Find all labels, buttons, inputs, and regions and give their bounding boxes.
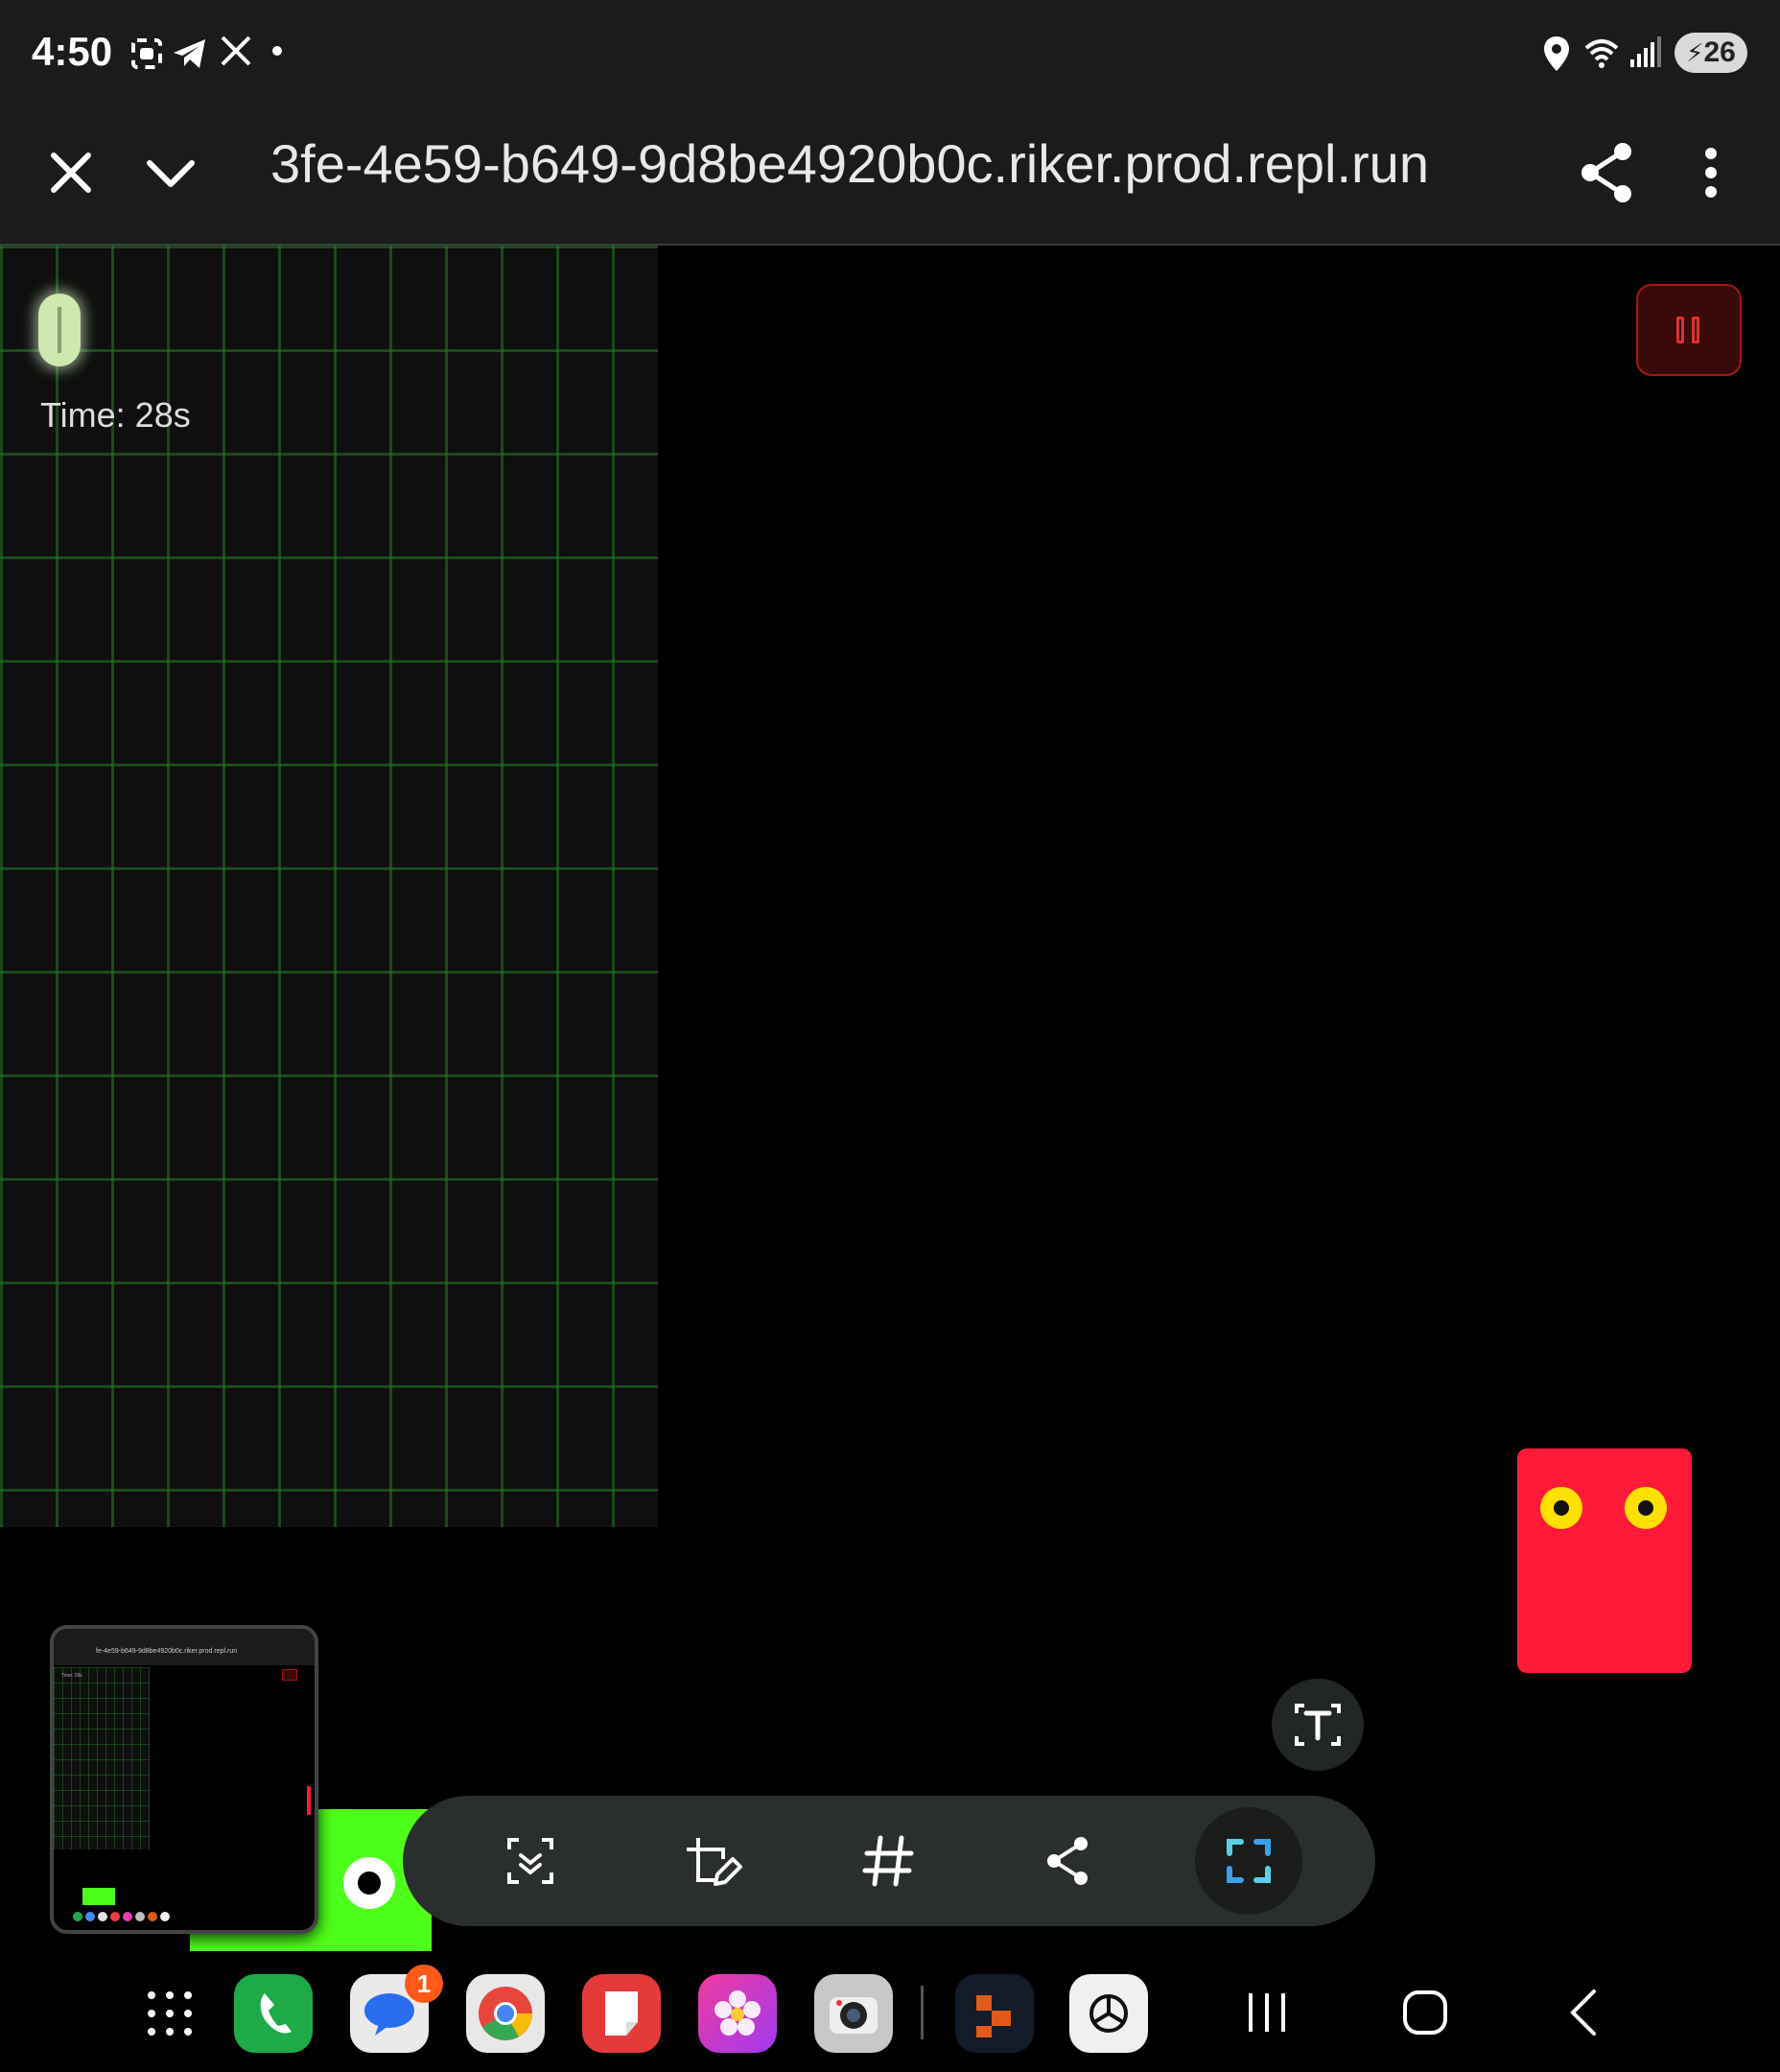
enemy-eye-left [1540, 1487, 1582, 1529]
office-app[interactable] [955, 1974, 1034, 2053]
phone-icon [260, 1993, 292, 2034]
camera-icon [830, 1997, 878, 2034]
url-bar[interactable]: 3fe-4e59-b649-9d8be4920b0c.riker.prod.re… [270, 132, 1440, 195]
office-icon [976, 1995, 1011, 2037]
signal-icon [1628, 35, 1661, 78]
share-button[interactable] [1569, 134, 1646, 211]
notes-app[interactable] [582, 1974, 661, 2053]
screenshot-icon [128, 35, 166, 82]
share-screenshot-button[interactable] [1027, 1821, 1108, 1901]
thumbnail-time: Time: 28s [61, 1673, 82, 1679]
battery-icon: ⚡26 [1675, 33, 1747, 73]
pause-button[interactable] [1636, 284, 1742, 376]
x-icon [220, 35, 252, 76]
close-icon [51, 153, 91, 193]
time-label: Time: 28s [40, 395, 191, 435]
notification-dot-icon [272, 46, 282, 56]
thumbnail-browser-bar [54, 1629, 315, 1665]
home-button[interactable] [1398, 1986, 1452, 2044]
home-icon [1403, 1990, 1447, 2035]
flower-icon [714, 1990, 761, 2036]
pause-icon [1676, 317, 1684, 343]
back-button[interactable] [1559, 1986, 1607, 2044]
pause-icon-bar [1692, 317, 1699, 343]
extract-text-button[interactable] [1272, 1679, 1364, 1771]
status-bar: 4:50 ⚡26 [0, 0, 1780, 106]
scroll-capture-icon [507, 1838, 553, 1884]
charging-icon: ⚡ [1686, 38, 1704, 67]
share-icon [1581, 143, 1631, 202]
notes-icon [605, 1991, 638, 2036]
game-grid [0, 246, 658, 1527]
chrome-icon [479, 1987, 532, 2040]
thumbnail-url: fe-4e59-b649-9d8be4920b0c.riker.prod.rep… [96, 1648, 238, 1655]
screenshot-thumbnail[interactable]: fe-4e59-b649-9d8be4920b0c.riker.prod.rep… [50, 1625, 318, 1934]
text-extract-icon [1295, 1704, 1341, 1746]
minimize-button[interactable] [132, 134, 209, 211]
recents-button[interactable] [1243, 1986, 1291, 2044]
enemy-pupil [1638, 1500, 1653, 1516]
share-icon [1047, 1837, 1088, 1885]
status-time: 4:50 [32, 29, 113, 74]
telegram-icon [171, 35, 209, 82]
more-icon [1705, 148, 1717, 198]
phone-app[interactable] [234, 1974, 313, 2053]
crop-icon [1227, 1839, 1271, 1883]
hashtag-icon [862, 1835, 914, 1887]
recents-icon [1249, 1993, 1285, 2032]
hashtag-button[interactable] [848, 1821, 928, 1901]
chrome-app[interactable] [466, 1974, 545, 2053]
edit-icon [687, 1838, 742, 1886]
dock-divider [921, 1986, 924, 2039]
close-tab-button[interactable] [33, 134, 109, 211]
wifi-icon [1582, 35, 1621, 82]
chatgpt-icon [1089, 1994, 1128, 2033]
apps-grid-button[interactable] [130, 1974, 209, 2053]
chevron-down-icon [147, 160, 195, 187]
location-icon [1542, 35, 1571, 82]
apps-grid-icon [148, 1991, 192, 2036]
chatgpt-app[interactable] [1069, 1974, 1148, 2053]
more-options-button[interactable] [1673, 134, 1749, 211]
thumbnail-dock [73, 1909, 293, 1922]
browser-toolbar: 3fe-4e59-b649-9d8be4920b0c.riker.prod.re… [0, 106, 1780, 246]
thumbnail-green-block [82, 1888, 115, 1905]
green-block-pupil [358, 1872, 381, 1895]
back-icon [1570, 1990, 1596, 2036]
thumbnail-enemy [307, 1786, 311, 1815]
camera-app[interactable] [814, 1974, 893, 2053]
scroll-capture-button[interactable] [490, 1821, 571, 1901]
messages-badge: 1 [405, 1965, 443, 2003]
thumbnail-pause [282, 1669, 297, 1681]
edit-button[interactable] [669, 1821, 750, 1901]
enemy-pupil [1554, 1500, 1569, 1516]
thumbnail-grid [54, 1667, 150, 1849]
crop-button[interactable] [1195, 1807, 1302, 1915]
player-capsule-stripe [58, 307, 61, 353]
enemy-eye-right [1625, 1487, 1667, 1529]
red-enemy [1517, 1448, 1692, 1673]
gallery-app[interactable] [698, 1974, 777, 2053]
battery-level: 26 [1703, 36, 1736, 68]
